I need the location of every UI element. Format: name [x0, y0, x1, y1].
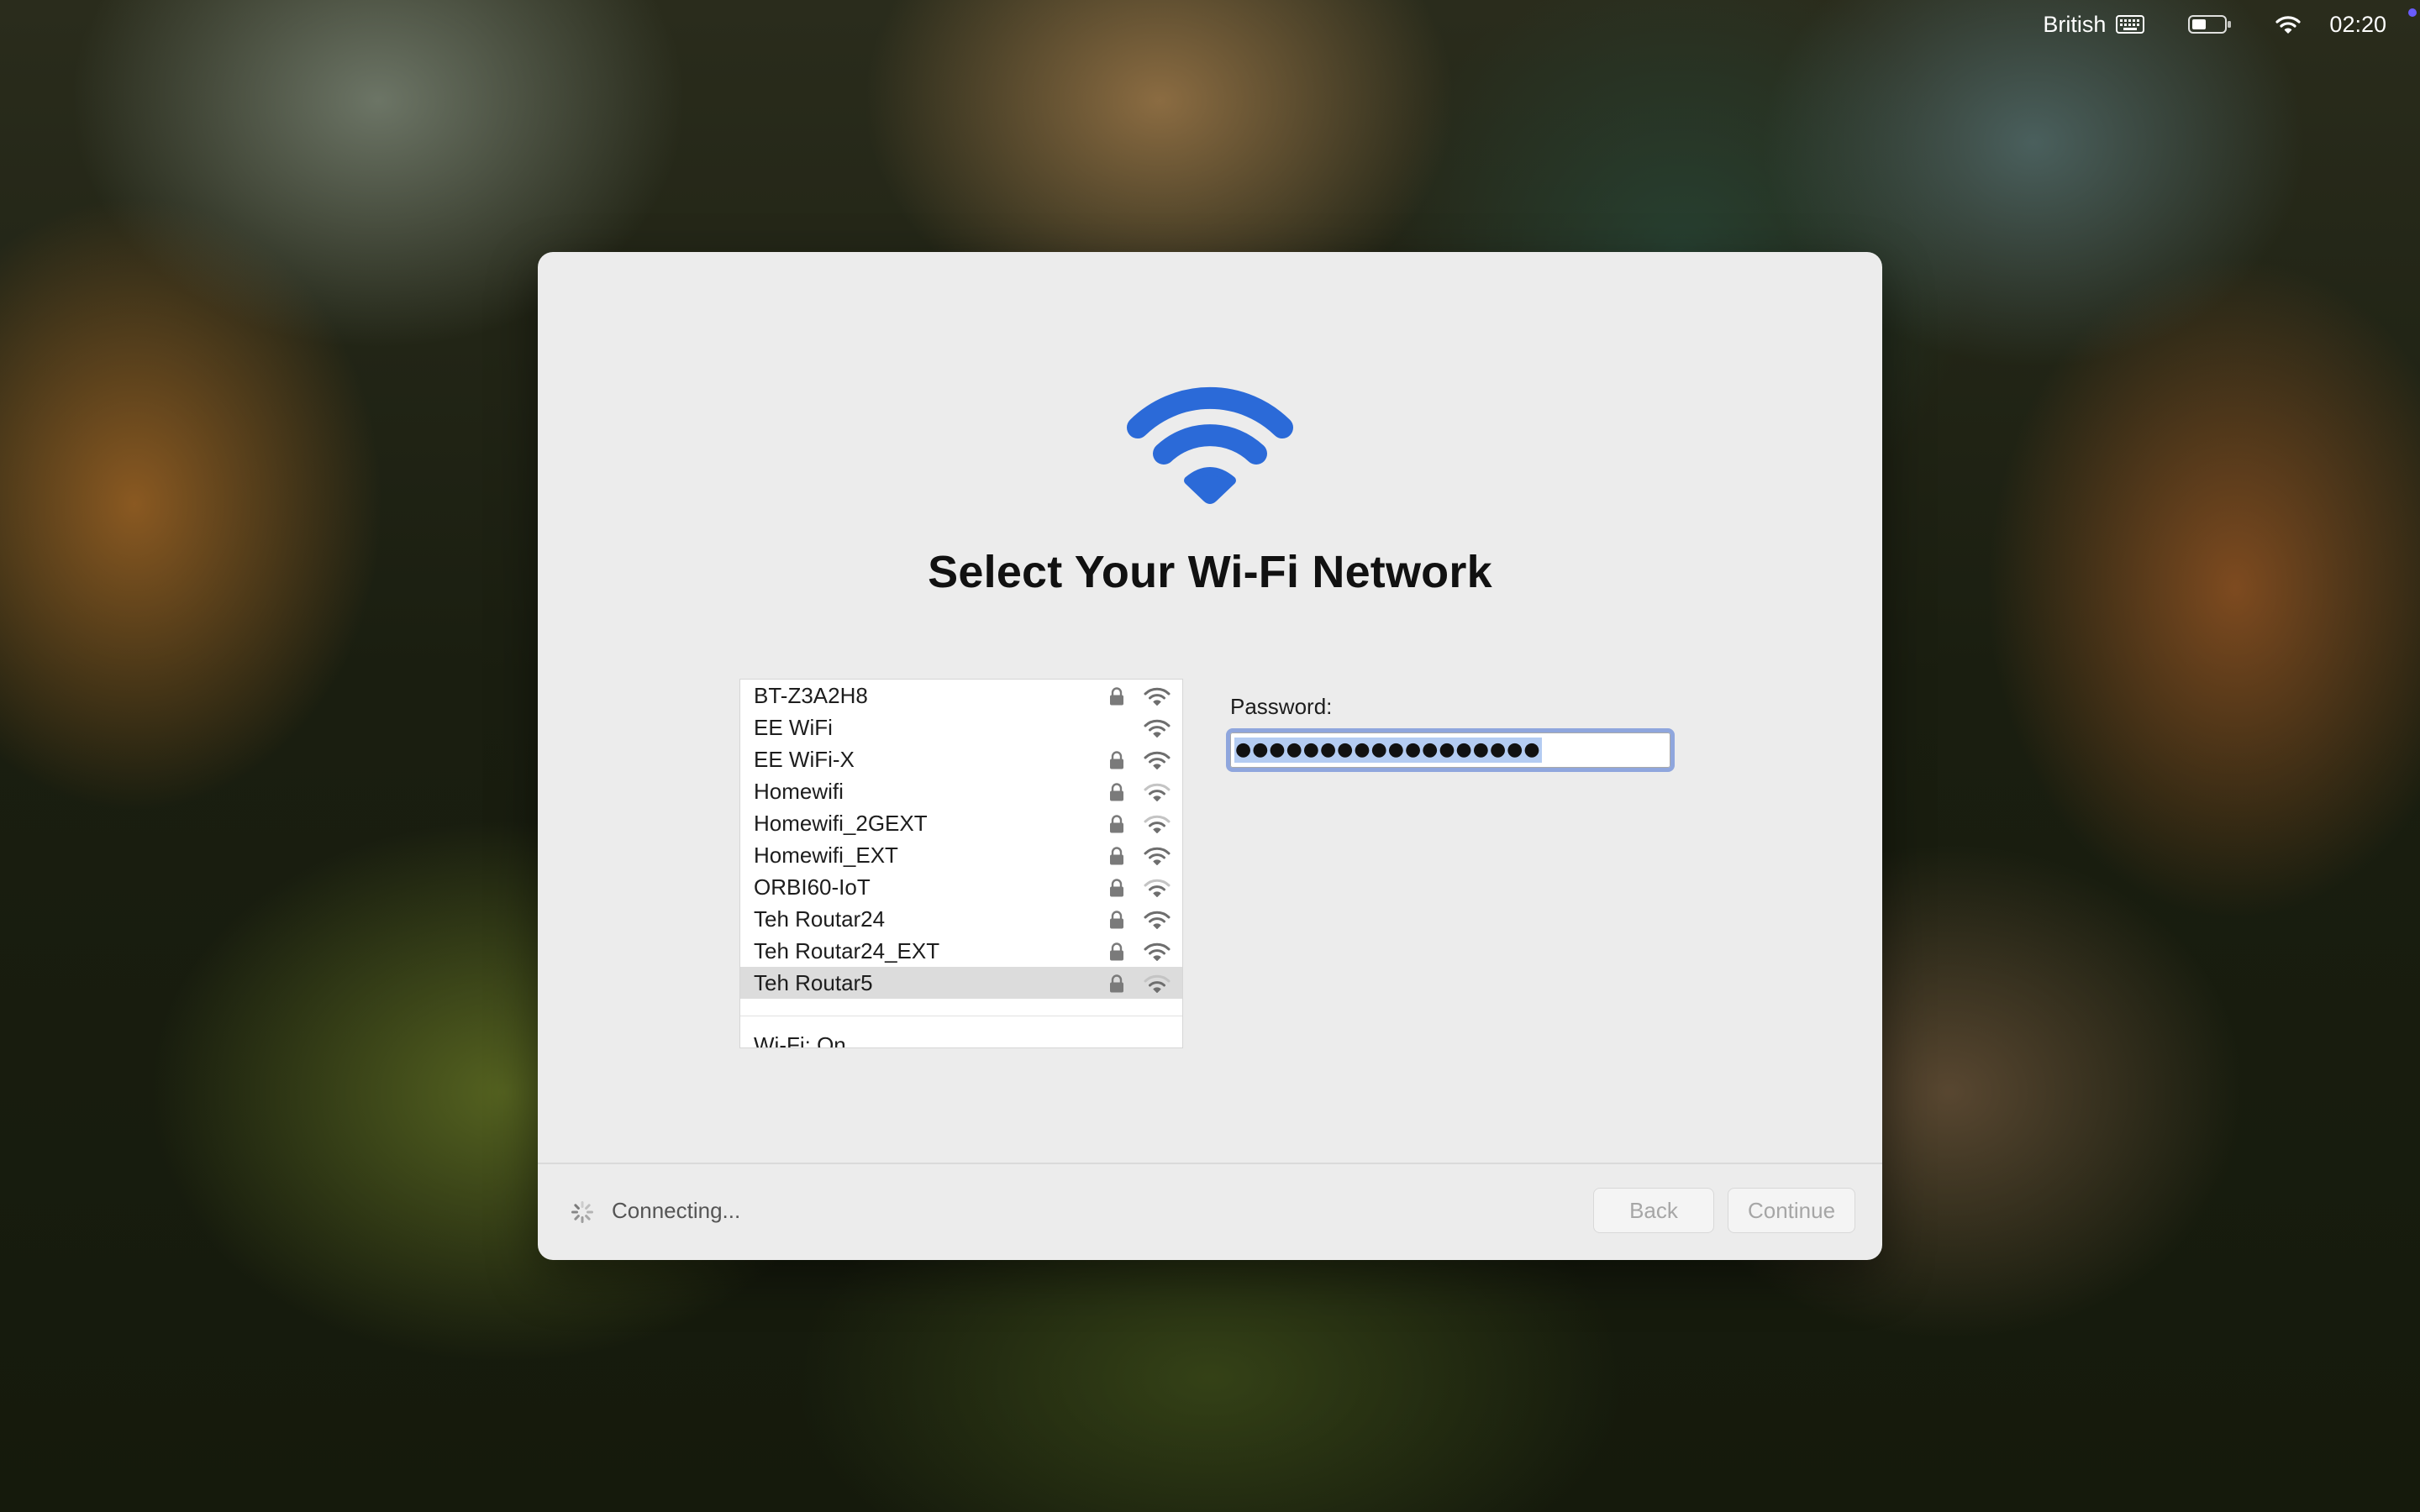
- lock-icon: [1110, 783, 1123, 801]
- lock-icon: [1110, 847, 1123, 865]
- lock-icon: [1110, 942, 1123, 961]
- wifi-signal-icon: [1144, 687, 1171, 706]
- network-row[interactable]: EE WiFi-X: [740, 743, 1182, 775]
- wifi-signal-icon: [1144, 847, 1171, 865]
- network-row[interactable]: Homewifi_EXT: [740, 839, 1182, 871]
- lock-icon: [1110, 687, 1123, 706]
- desktop-background: British 02:20 Select Your Wi-Fi Network …: [0, 0, 2420, 1512]
- clock[interactable]: 02:20: [2329, 12, 2386, 38]
- keyboard-icon[interactable]: [2116, 15, 2145, 34]
- wifi-setup-dialog: Select Your Wi-Fi Network BT-Z3A2H8 EE Wi…: [538, 252, 1882, 1260]
- spinner-icon: [571, 1201, 593, 1223]
- lock-icon: [1110, 751, 1123, 769]
- battery-icon[interactable]: [2188, 14, 2232, 34]
- continue-button[interactable]: Continue: [1728, 1188, 1855, 1233]
- recording-indicator-dot: [2408, 8, 2417, 17]
- footer-divider: [538, 1163, 1882, 1164]
- wifi-icon: [1127, 387, 1293, 504]
- network-row[interactable]: Teh Routar24_EXT: [740, 935, 1182, 967]
- wifi-signal-icon: [1144, 911, 1171, 929]
- lock-icon: [1110, 911, 1123, 929]
- page-title: Select Your Wi-Fi Network: [928, 547, 1492, 597]
- password-masked-value: ●●●●●●●●●●●●●●●●●●: [1234, 738, 1542, 763]
- network-name: EE WiFi: [754, 714, 833, 740]
- wifi-signal-icon: [1144, 815, 1171, 833]
- connection-status: Connecting...: [612, 1198, 741, 1223]
- back-button[interactable]: Back: [1593, 1188, 1714, 1233]
- network-row[interactable]: ORBI60-IoT: [740, 871, 1182, 903]
- wifi-signal-icon: [1144, 942, 1171, 961]
- network-row[interactable]: Homewifi: [740, 775, 1182, 807]
- network-row[interactable]: EE WiFi: [740, 711, 1182, 743]
- password-label: Password:: [1230, 694, 1333, 719]
- wifi-signal-icon: [1144, 783, 1171, 801]
- network-row[interactable]: Teh Routar24: [740, 903, 1182, 935]
- lock-icon: [1110, 815, 1123, 833]
- lock-icon: [1110, 879, 1123, 897]
- wifi-signal-icon: [1144, 974, 1171, 993]
- network-row[interactable]: Homewifi_2GEXT: [740, 807, 1182, 839]
- input-source-label[interactable]: British: [2043, 12, 2106, 38]
- wifi-icon[interactable]: [2275, 15, 2302, 34]
- wifi-signal-icon: [1144, 751, 1171, 769]
- network-row[interactable]: Teh Routar5: [740, 967, 1182, 999]
- menu-bar: British 02:20: [2043, 0, 2420, 49]
- lock-icon: [1110, 974, 1123, 993]
- wifi-status-label: Wi-Fi: On: [754, 1032, 846, 1048]
- wifi-signal-icon: [1144, 879, 1171, 897]
- wifi-signal-icon: [1144, 719, 1171, 738]
- network-row[interactable]: BT-Z3A2H8: [740, 680, 1182, 711]
- network-list[interactable]: BT-Z3A2H8 EE WiFi EE WiFi-X Homewifi Homewif…: [739, 679, 1183, 1048]
- password-field[interactable]: ●●●●●●●●●●●●●●●●●●: [1226, 728, 1675, 772]
